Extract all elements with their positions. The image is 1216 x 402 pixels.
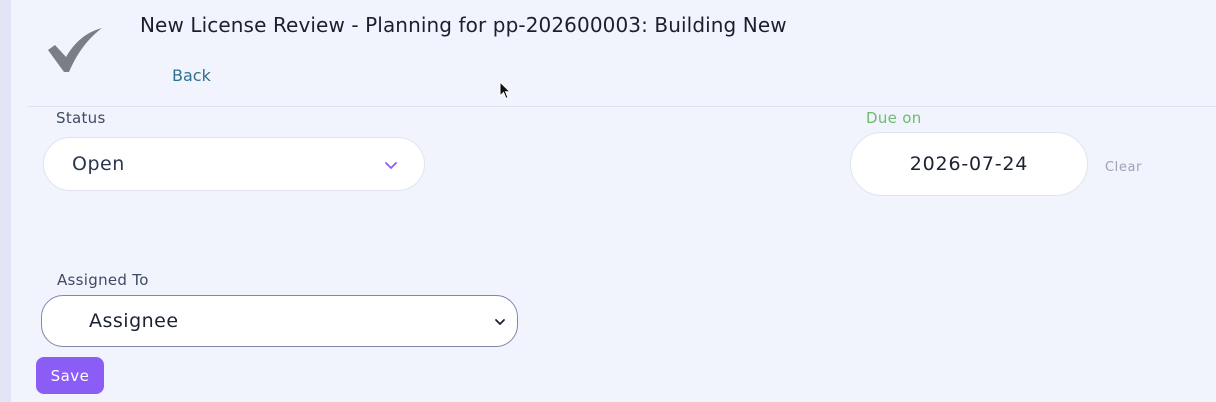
status-value: Open bbox=[72, 153, 125, 175]
chevron-down-icon bbox=[495, 319, 505, 325]
chevron-down-icon bbox=[385, 162, 397, 169]
check-icon bbox=[48, 28, 102, 72]
left-rail bbox=[0, 0, 11, 402]
due-date-input[interactable]: 2026-07-24 bbox=[850, 132, 1088, 196]
assignee-value: Assignee bbox=[89, 310, 179, 332]
clear-date-button[interactable]: Clear bbox=[1105, 160, 1142, 175]
status-select[interactable]: Open bbox=[43, 137, 425, 191]
due-label: Due on bbox=[866, 109, 922, 127]
status-label: Status bbox=[56, 109, 106, 127]
header-divider bbox=[28, 106, 1216, 107]
assignee-select[interactable]: Assignee bbox=[41, 295, 518, 347]
back-link[interactable]: Back bbox=[172, 66, 211, 85]
page-title: New License Review - Planning for pp-202… bbox=[140, 13, 787, 37]
assigned-to-label: Assigned To bbox=[57, 271, 149, 289]
mouse-cursor-icon bbox=[499, 81, 511, 100]
save-button[interactable]: Save bbox=[36, 357, 104, 394]
